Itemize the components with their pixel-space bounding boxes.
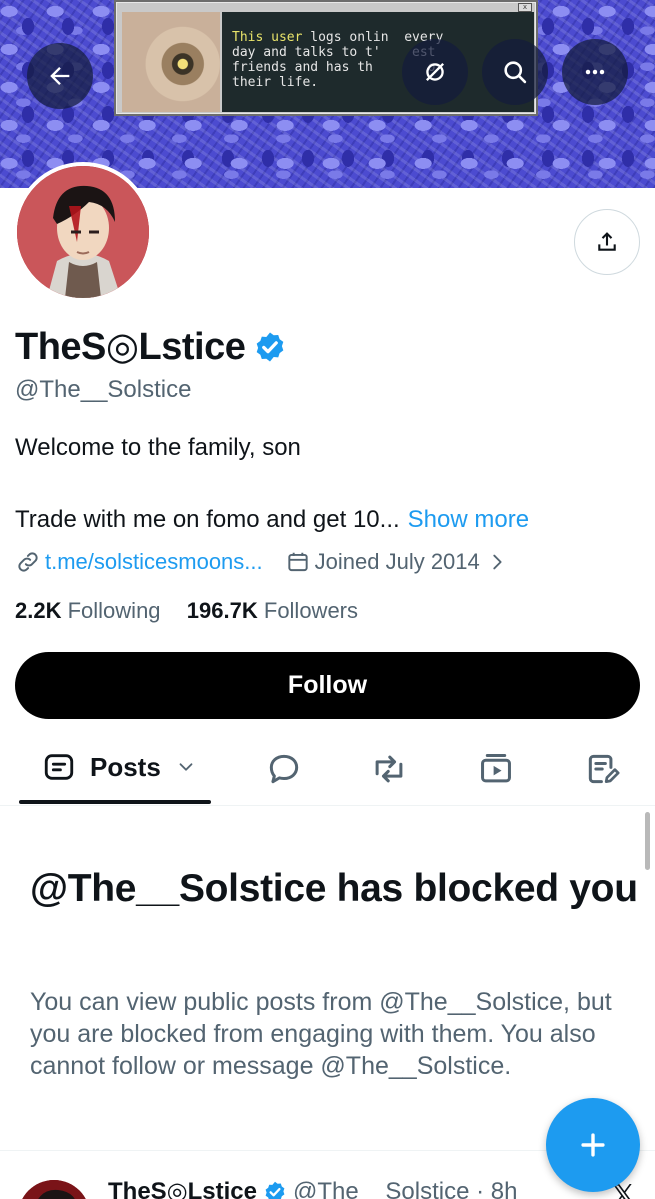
- link-icon: [18, 552, 38, 572]
- blocked-description: You can view public posts from @The__Sol…: [30, 988, 612, 1080]
- chevron-down-icon[interactable]: [175, 756, 197, 778]
- followers-label: Followers: [263, 598, 359, 623]
- profile-tabs: Posts: [0, 736, 655, 806]
- posts-icon: [44, 754, 74, 780]
- follow-stats: 2.2K Following 196.7K Followers: [15, 598, 358, 624]
- show-more-link[interactable]: Show more: [408, 506, 529, 533]
- display-name: TheS◎Lstice: [15, 324, 287, 369]
- bio-line-1: Welcome to the family, son: [15, 434, 301, 461]
- avatar[interactable]: [13, 162, 153, 302]
- articles-icon[interactable]: [584, 750, 622, 788]
- verified-badge-icon[interactable]: [253, 330, 287, 364]
- replies-icon[interactable]: [265, 750, 303, 788]
- chevron-right-icon[interactable]: [486, 551, 508, 573]
- verified-badge-icon: [265, 1181, 285, 1199]
- post-avatar[interactable]: [18, 1180, 90, 1199]
- share-icon: [598, 232, 616, 251]
- back-button[interactable]: [27, 43, 93, 109]
- plus-icon: [581, 1133, 605, 1157]
- circle-slash-icon: [426, 63, 444, 81]
- followers-count: 196.7K: [186, 598, 258, 623]
- search-icon: [504, 61, 527, 84]
- tab-posts-label: Posts: [90, 751, 161, 782]
- compose-button[interactable]: [546, 1098, 640, 1192]
- active-tab-indicator: [19, 800, 211, 804]
- reposts-icon[interactable]: [370, 750, 408, 788]
- joined-date: Joined July 2014: [314, 549, 480, 574]
- bio-line-2: Trade with me on fomo and get 10... Show …: [15, 506, 529, 534]
- following-count: 2.2K: [15, 598, 62, 623]
- profile-meta: t.me/solsticesmoons... Joined July 2014: [15, 549, 508, 575]
- arrow-left-icon: [50, 67, 70, 85]
- more-horizontal-icon: [585, 69, 605, 75]
- profile-link[interactable]: t.me/solsticesmoons...: [45, 549, 263, 575]
- banner-retro-window: x This user logs onlin every day and tal…: [114, 0, 538, 116]
- post-avatar-image: [18, 1180, 90, 1199]
- display-name-text: TheS◎Lstice: [15, 326, 246, 368]
- post-meta: @The__Solstice · 8h: [292, 1177, 518, 1199]
- banner-eye-image: [122, 12, 220, 112]
- blocked-title: @The__Solstice has blocked you: [30, 867, 638, 910]
- calendar-icon: [287, 552, 308, 572]
- following-stat[interactable]: 2.2K Following: [15, 598, 161, 623]
- mute-button[interactable]: [402, 39, 468, 105]
- banner-text-highlight: This user: [232, 30, 303, 45]
- following-label: Following: [67, 598, 161, 623]
- more-button[interactable]: [562, 39, 628, 105]
- avatar-image: [17, 166, 149, 298]
- post-author-name[interactable]: TheS◎Lstice: [108, 1177, 257, 1199]
- bio-text-truncated: Trade with me on fomo and get 10...: [15, 506, 400, 533]
- handle: @The__Solstice: [15, 376, 192, 403]
- search-button[interactable]: [482, 39, 548, 105]
- tab-posts[interactable]: Posts: [42, 750, 197, 784]
- scrollbar[interactable]: [645, 812, 650, 870]
- share-button[interactable]: [574, 209, 640, 275]
- media-icon[interactable]: [477, 750, 515, 788]
- post-header: TheS◎Lstice @The__Solstice · 8h: [108, 1177, 517, 1199]
- follow-button[interactable]: Follow: [15, 652, 640, 719]
- retro-close-icon: x: [518, 3, 532, 12]
- followers-stat[interactable]: 196.7K Followers: [187, 598, 358, 623]
- profile-banner[interactable]: x This user logs onlin every day and tal…: [0, 0, 655, 188]
